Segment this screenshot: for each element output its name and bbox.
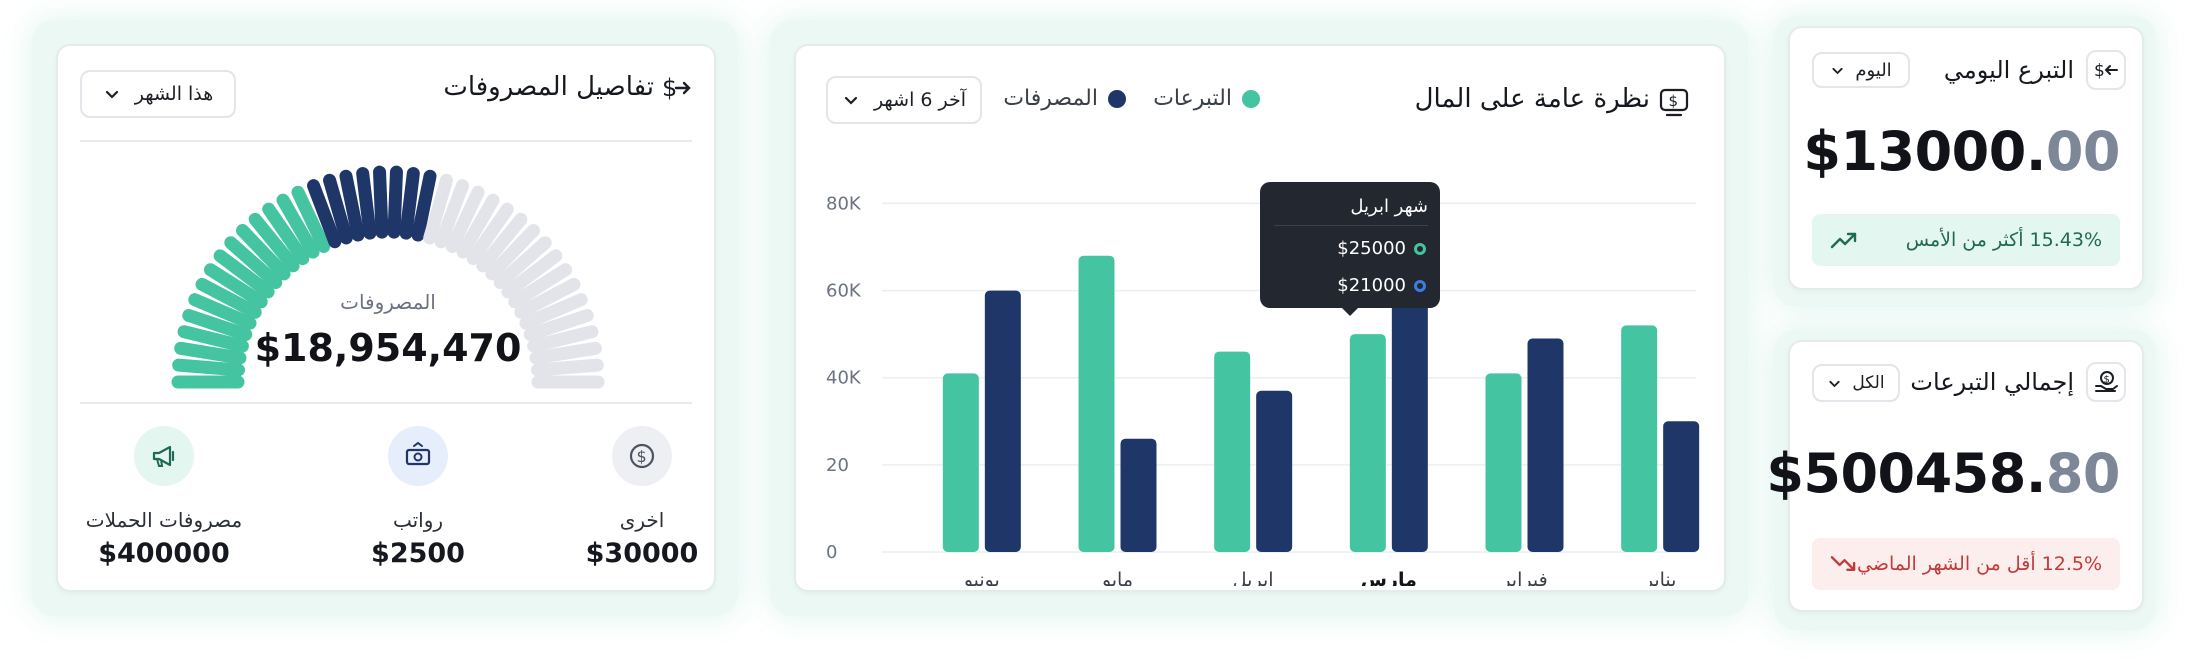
expense-card: $ تفاصيل المصروفات هذا الشهر المصروفات $…	[56, 44, 716, 592]
amount: $500458.80	[1766, 442, 2120, 505]
bar-donations[interactable]	[942, 373, 979, 552]
x-tick-label: يونيو	[963, 569, 1000, 586]
amount-integer: $13000.	[1803, 120, 2046, 183]
svg-text:$: $	[637, 447, 647, 466]
svg-text:$: $	[2094, 61, 2105, 81]
legend-label: التبرعات	[1153, 86, 1232, 111]
card-title: نظرة عامة على المال	[1414, 84, 1650, 114]
card-title: إجمالي التبرعات	[1910, 368, 2074, 396]
x-tick-label: مارس	[1361, 569, 1417, 586]
period-dropdown[interactable]: الكل	[1812, 364, 1900, 402]
stat-label: مصروفات الحملات	[85, 508, 243, 532]
dropdown-value: هذا الشهر	[134, 83, 214, 105]
stat-value: $2500	[371, 538, 465, 569]
stat-campaign-expenses: مصروفات الحملات $400000	[54, 426, 274, 569]
period-dropdown[interactable]: اليوم	[1812, 52, 1910, 88]
dropdown-value: اليوم	[1855, 59, 1892, 81]
svg-text:$: $	[2104, 375, 2110, 386]
bar-expenses[interactable]	[1527, 338, 1564, 553]
gauge-segment	[387, 165, 403, 239]
change-text: 12.5% أقل من الشهر الماضي	[1857, 553, 2102, 575]
chevron-down-icon	[844, 96, 858, 105]
legend-label: المصرفات	[1003, 86, 1098, 111]
period-dropdown[interactable]: هذا الشهر	[80, 70, 236, 118]
amount-decimal: 80	[2045, 442, 2121, 505]
tooltip-value: $25000	[1337, 238, 1406, 259]
legend-swatch	[1108, 89, 1126, 108]
bar-donations[interactable]	[1078, 255, 1115, 552]
cash-icon	[388, 426, 448, 486]
tooltip-swatch	[1414, 242, 1426, 255]
stat-value: $400000	[98, 538, 230, 569]
change-text: 15.43% أكثر من الأمس	[1905, 229, 2102, 251]
legend-expenses: المصرفات	[1003, 86, 1126, 111]
y-tick-label: 20	[826, 455, 849, 476]
megaphone-icon	[134, 426, 194, 486]
stat-label: رواتب	[392, 508, 444, 532]
bar-expenses[interactable]	[1391, 294, 1428, 552]
svg-text:$: $	[1669, 92, 1679, 110]
chevron-down-icon	[1829, 380, 1841, 387]
y-tick-label: 60K	[826, 281, 862, 302]
bar-donations[interactable]	[1214, 351, 1251, 552]
stat-value: $30000	[585, 538, 699, 569]
card-title: التبرع اليومي	[1943, 56, 2074, 84]
dropdown-value: الكل	[1852, 373, 1885, 393]
gauge-value: $18,954,470	[254, 326, 522, 370]
daily-donation-card: $ التبرع اليومي اليوم $13000.00 15.43% أ…	[1788, 26, 2144, 290]
legend-donations: التبرعات	[1153, 86, 1260, 111]
tooltip-arrow	[1342, 308, 1358, 316]
gauge-segment	[373, 165, 389, 239]
chevron-down-icon	[1832, 67, 1843, 74]
trend-up-icon	[1830, 232, 1857, 249]
x-tick-label: فبراير	[1500, 569, 1547, 586]
change-badge: 15.43% أكثر من الأمس	[1812, 214, 2120, 266]
dollar-exchange-icon: $	[2086, 50, 2126, 90]
chevron-down-icon	[105, 90, 118, 99]
tooltip-row: $25000	[1260, 226, 1440, 267]
amount-decimal: 00	[2045, 120, 2121, 183]
dollar-arrow-icon: $	[656, 68, 696, 108]
x-tick-label: مايو	[1101, 569, 1133, 586]
x-tick-label: يناير	[1643, 569, 1677, 586]
y-tick-label: 0	[826, 542, 837, 563]
bar-expenses[interactable]	[1120, 438, 1157, 552]
bar-expenses[interactable]	[984, 290, 1021, 552]
dropdown-value: آخر 6 اشهر	[873, 89, 967, 111]
bar-expenses[interactable]	[1663, 421, 1700, 552]
total-donations-card: $ إجمالي التبرعات الكل $500458.80 12.5% …	[1766, 340, 2144, 612]
amount-integer: $500458.	[1766, 442, 2046, 505]
trend-down-icon	[1830, 556, 1856, 571]
legend-swatch	[1242, 89, 1260, 108]
bar-donations[interactable]	[1621, 325, 1658, 552]
bar-donations[interactable]	[1485, 373, 1522, 552]
change-badge: 12.5% أقل من الشهر الماضي	[1812, 538, 2120, 590]
gauge-segment	[399, 167, 420, 240]
coins-hand-icon: $	[2086, 362, 2126, 402]
overview-card: $ نظرة عامة على المال التبرعات المصرفات …	[794, 44, 1726, 592]
amount: $13000.00	[1803, 120, 2120, 183]
bar-expenses[interactable]	[1256, 390, 1293, 552]
stat-label: اخرى	[619, 508, 665, 532]
gauge-label: المصروفات	[340, 290, 436, 314]
stat-other: $ اخرى $30000	[532, 426, 752, 569]
y-tick-label: 40K	[826, 368, 862, 389]
stat-salaries: رواتب $2500	[308, 426, 528, 569]
tooltip-row: $21000	[1260, 267, 1440, 308]
gauge-segment	[356, 167, 377, 240]
chart-tooltip: شهر ابريل $25000 $21000	[1260, 182, 1440, 316]
tooltip-title: شهر ابريل	[1274, 182, 1428, 226]
y-tick-label: 80K	[826, 193, 862, 214]
divider	[80, 402, 692, 404]
card-title: تفاصيل المصروفات	[443, 72, 654, 102]
tooltip-value: $21000	[1337, 275, 1406, 296]
dollar-circle-icon: $	[612, 426, 672, 486]
x-tick-label: ابريل	[1233, 569, 1274, 586]
bar-donations[interactable]	[1349, 334, 1386, 552]
tooltip-swatch	[1414, 279, 1426, 292]
